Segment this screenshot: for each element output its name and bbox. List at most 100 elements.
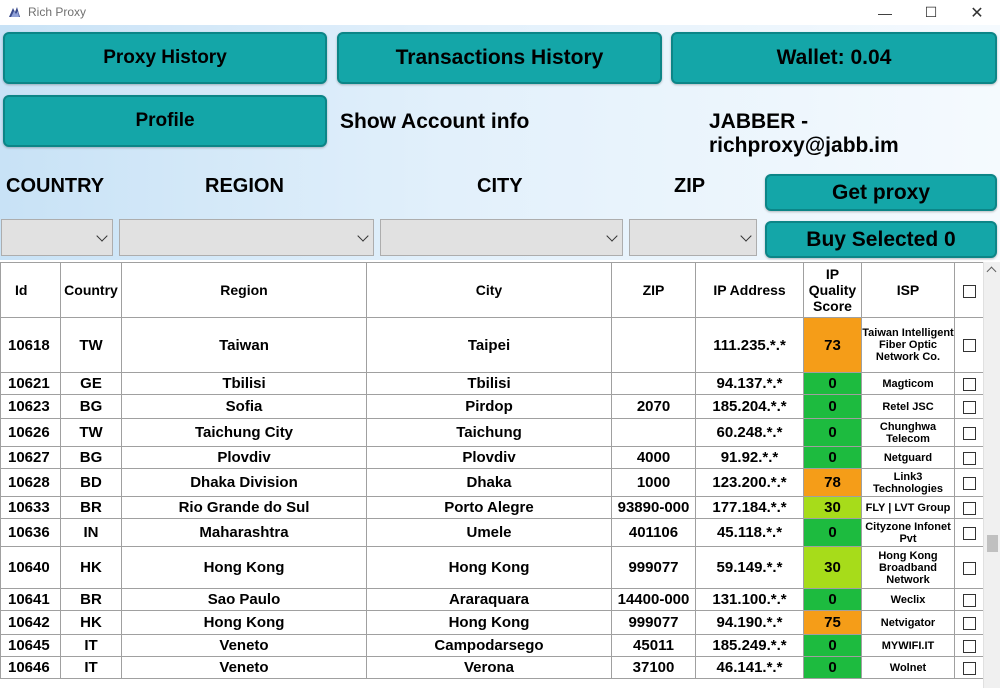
header-isp[interactable]: ISP: [861, 262, 955, 318]
row-select-checkbox[interactable]: [962, 616, 976, 630]
cell-isp: Taiwan Intelligent Fiber Optic Network C…: [861, 317, 955, 373]
select-all-checkbox[interactable]: [962, 284, 976, 298]
header-id[interactable]: Id: [0, 262, 61, 318]
table-row[interactable]: 10633 BR Rio Grande do Sul Porto Alegre 9389…: [0, 496, 983, 519]
cell-select[interactable]: [954, 518, 983, 547]
cell-zip: [611, 418, 696, 447]
cell-zip: 2070: [611, 394, 696, 419]
row-select-checkbox[interactable]: [962, 501, 976, 515]
table-row[interactable]: 10621 GE Tbilisi Tbilisi 94.137.*.* 0 Magticom: [0, 372, 983, 395]
maximize-button[interactable]: ☐: [908, 0, 954, 25]
transactions-history-button[interactable]: Transactions History: [337, 32, 662, 84]
cell-select[interactable]: [954, 496, 983, 519]
row-select-checkbox[interactable]: [962, 661, 976, 675]
wallet-button[interactable]: Wallet: 0.04: [671, 32, 997, 84]
cell-region: Tbilisi: [121, 372, 367, 395]
table-row[interactable]: 10626 TW Taichung City Taichung 60.248.*.* 0 C…: [0, 418, 983, 447]
table-row[interactable]: 10642 HK Hong Kong Hong Kong 999077 94.190.*.…: [0, 610, 983, 635]
cell-select[interactable]: [954, 468, 983, 497]
proxy-history-button[interactable]: Proxy History: [3, 32, 327, 84]
cell-quality-score: 73: [803, 317, 862, 373]
region-dropdown[interactable]: [119, 219, 374, 256]
cell-city: Umele: [366, 518, 612, 547]
app-logo-icon: [9, 7, 20, 17]
header-country[interactable]: Country: [60, 262, 122, 318]
zip-dropdown[interactable]: [629, 219, 757, 256]
cell-select[interactable]: [954, 446, 983, 469]
row-select-checkbox[interactable]: [962, 561, 976, 575]
cell-select[interactable]: [954, 317, 983, 373]
cell-id: 10640: [0, 546, 61, 589]
table-row[interactable]: 10628 BD Dhaka Division Dhaka 1000 123.200.*.…: [0, 468, 983, 497]
row-select-checkbox[interactable]: [962, 593, 976, 607]
cell-id: 10641: [0, 588, 61, 611]
jabber-contact: JABBER - richproxy@jabb.im: [709, 110, 899, 157]
cell-select[interactable]: [954, 656, 983, 679]
cell-region: Veneto: [121, 634, 367, 657]
header-region[interactable]: Region: [121, 262, 367, 318]
cell-country: BG: [60, 446, 122, 469]
cell-city: Verona: [366, 656, 612, 679]
cell-select[interactable]: [954, 418, 983, 447]
get-proxy-button[interactable]: Get proxy: [765, 174, 997, 211]
chevron-down-icon: [96, 230, 108, 242]
cell-quality-score: 78: [803, 468, 862, 497]
table-row[interactable]: 10636 IN Maharashtra Umele 401106 45.118.*.* 0…: [0, 518, 983, 547]
row-select-checkbox[interactable]: [962, 476, 976, 490]
row-select-checkbox[interactable]: [962, 339, 976, 353]
cell-city: Pirdop: [366, 394, 612, 419]
buy-selected-button[interactable]: Buy Selected 0: [765, 221, 997, 258]
cell-select[interactable]: [954, 610, 983, 635]
row-select-checkbox[interactable]: [962, 639, 976, 653]
table-row[interactable]: 10646 IT Veneto Verona 37100 46.141.*.* 0 Wolne…: [0, 656, 983, 679]
cell-id: 10626: [0, 418, 61, 447]
country-dropdown[interactable]: [1, 219, 113, 256]
cell-select[interactable]: [954, 546, 983, 589]
header-zip[interactable]: ZIP: [611, 262, 696, 318]
cell-id: 10628: [0, 468, 61, 497]
city-dropdown[interactable]: [380, 219, 623, 256]
cell-isp: Netvigator: [861, 610, 955, 635]
cell-zip: 93890-000: [611, 496, 696, 519]
cell-zip: 999077: [611, 610, 696, 635]
zip-label: ZIP: [674, 175, 706, 197]
table-row[interactable]: 10645 IT Veneto Campodarsego 45011 185.249.*.…: [0, 634, 983, 657]
row-select-checkbox[interactable]: [962, 377, 976, 391]
cell-select[interactable]: [954, 588, 983, 611]
scroll-up-arrow-icon[interactable]: [986, 266, 997, 277]
cell-quality-score: 30: [803, 546, 862, 589]
row-select-checkbox[interactable]: [962, 526, 976, 540]
row-select-checkbox[interactable]: [962, 451, 976, 465]
table-row[interactable]: 10640 HK Hong Kong Hong Kong 999077 59.149.*.…: [0, 546, 983, 589]
cell-select[interactable]: [954, 634, 983, 657]
table-row[interactable]: 10641 BR Sao Paulo Araraquara 14400-000 131.1…: [0, 588, 983, 611]
table-row[interactable]: 10618 TW Taiwan Taipei 111.235.*.* 73 Taiwan I…: [0, 317, 983, 373]
cell-select[interactable]: [954, 394, 983, 419]
header-ip-address[interactable]: IP Address: [695, 262, 804, 318]
cell-region: Taiwan: [121, 317, 367, 373]
row-select-checkbox[interactable]: [962, 400, 976, 414]
cell-city: Campodarsego: [366, 634, 612, 657]
profile-button[interactable]: Profile: [3, 95, 327, 147]
cell-country: IT: [60, 656, 122, 679]
vertical-scrollbar[interactable]: [983, 262, 1000, 688]
header-city[interactable]: City: [366, 262, 612, 318]
title-bar: Rich Proxy — ☐ ✕: [0, 0, 1000, 25]
minimize-button[interactable]: —: [862, 0, 908, 25]
proxy-table: Id Country Region City ZIP IP Address IP…: [0, 262, 983, 679]
header-select-all[interactable]: [954, 262, 983, 318]
row-select-checkbox[interactable]: [962, 426, 976, 440]
table-row[interactable]: 10623 BG Sofia Pirdop 2070 185.204.*.* 0 Retel …: [0, 394, 983, 419]
table-row[interactable]: 10627 BG Plovdiv Plovdiv 4000 91.92.*.* 0 Netgu…: [0, 446, 983, 469]
scroll-thumb[interactable]: [987, 535, 998, 552]
cell-zip: [611, 372, 696, 395]
header-ip-quality-score[interactable]: IP Quality Score: [803, 262, 862, 318]
cell-select[interactable]: [954, 372, 983, 395]
close-button[interactable]: ✕: [954, 0, 1000, 25]
cell-isp: Link3 Technologies: [861, 468, 955, 497]
cell-isp: Magticom: [861, 372, 955, 395]
show-account-info-link[interactable]: Show Account info: [340, 110, 529, 134]
cell-isp: Hong Kong Broadband Network: [861, 546, 955, 589]
cell-country: HK: [60, 610, 122, 635]
cell-ip-address: 91.92.*.*: [695, 446, 804, 469]
